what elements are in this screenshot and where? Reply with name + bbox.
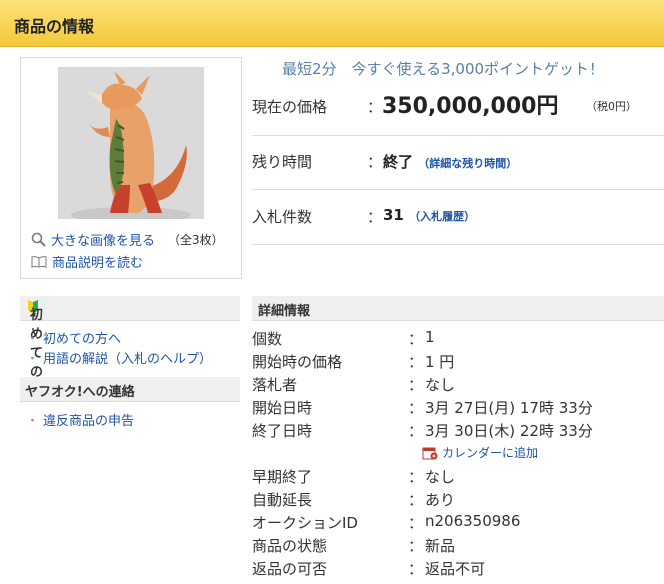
detail-value: 1 円	[425, 353, 455, 371]
detail-value: 1	[425, 328, 435, 346]
divider	[252, 135, 664, 136]
detail-value: 返品不可	[425, 560, 486, 578]
sidebar-link-label: 用語の解説（入札のヘルプ）	[43, 352, 213, 367]
detail-value: 3月 30日(木) 22時 33分	[425, 422, 593, 440]
detail-key: オークションID	[252, 514, 358, 532]
colon: ：	[408, 537, 424, 555]
colon: ：	[408, 330, 424, 348]
time-left-row: 残り時間 ： 終了 （詳細な残り時間）	[252, 151, 664, 173]
view-large-image-link[interactable]: 大きな画像を見る （全3枚）	[31, 230, 224, 249]
current-price-row: 現在の価格 ： 350,000,000円 （税0円）	[252, 94, 664, 126]
colon: ：	[408, 468, 424, 486]
thumbnail-panel: 大きな画像を見る （全3枚） 商品説明を読む	[20, 57, 242, 279]
time-left-label: 残り時間	[252, 153, 313, 171]
detail-key: 早期終了	[252, 468, 313, 486]
bids-count: 31	[383, 206, 404, 224]
detail-value: n206350986	[425, 512, 521, 530]
current-price-value: 350,000,000円	[382, 94, 559, 119]
colon: ：	[408, 560, 424, 578]
read-description-link[interactable]: 商品説明を読む	[31, 252, 143, 271]
detail-row-start-time: 開始日時 ： 3月 27日(月) 17時 33分	[252, 397, 664, 419]
detail-key: 終了日時	[252, 422, 313, 440]
detail-row-quantity: 個数 ： 1	[252, 328, 664, 350]
bids-row: 入札件数 ： 31 （入札履歴）	[252, 206, 664, 228]
open-book-icon	[31, 256, 47, 268]
colon: ：	[367, 208, 383, 226]
detail-key: 商品の状態	[252, 537, 328, 555]
detail-row-auction-id: オークションID ： n206350986	[252, 512, 664, 534]
detail-key: 落札者	[252, 376, 298, 394]
detail-value: なし	[425, 468, 456, 486]
details-header: 詳細情報	[252, 296, 664, 321]
points-promo-link[interactable]: 最短2分 今すぐ使える3,000ポイントゲット！	[282, 58, 604, 79]
sidebar-link-report-violation[interactable]: ・違反商品の申告	[26, 410, 134, 429]
colon: ：	[367, 98, 383, 116]
magnifier-icon	[31, 232, 46, 247]
read-description-label: 商品説明を読む	[52, 256, 144, 271]
detail-value: 新品	[425, 537, 456, 555]
bid-history-link[interactable]: （入札履歴）	[409, 210, 475, 223]
colon: ：	[408, 353, 424, 371]
sidebar-link-label: 初めての方へ	[43, 332, 122, 347]
time-left-value: 終了 （詳細な残り時間）	[383, 151, 517, 172]
detail-row-early-end: 早期終了 ： なし	[252, 466, 664, 488]
current-price-label: 現在の価格	[252, 98, 328, 116]
details-title: 詳細情報	[258, 304, 311, 319]
detail-row-returns: 返品の可否 ： 返品不可	[252, 558, 664, 580]
colon: ：	[408, 491, 424, 509]
bids-value: 31 （入札履歴）	[383, 206, 475, 224]
detail-key: 開始日時	[252, 399, 313, 417]
divider	[252, 189, 664, 190]
time-left-detail-link[interactable]: （詳細な残り時間）	[418, 157, 517, 170]
colon: ：	[408, 422, 424, 440]
colon: ：	[408, 376, 424, 394]
contact-title: ヤフオク!への連絡	[25, 385, 135, 400]
divider	[252, 244, 664, 245]
view-large-image-label: 大きな画像を見る	[51, 234, 156, 249]
monster-figure-image	[58, 67, 204, 219]
detail-value: 3月 27日(月) 17時 33分	[425, 399, 593, 417]
section-title: 商品の情報	[14, 17, 95, 36]
detail-value: あり	[425, 491, 456, 509]
image-count: （全3枚）	[168, 233, 224, 247]
colon: ：	[367, 153, 383, 171]
tax-note: （税0円）	[586, 100, 637, 113]
time-left-text: 終了	[383, 153, 414, 171]
sidebar-link-beginners[interactable]: ・初めての方へ	[26, 328, 121, 347]
detail-row-condition: 商品の状態 ： 新品	[252, 535, 664, 557]
detail-row-start-price: 開始時の価格 ： 1 円	[252, 351, 664, 373]
detail-key: 返品の可否	[252, 560, 328, 578]
calendar-icon	[422, 447, 438, 459]
sidebar-link-label: 違反商品の申告	[43, 414, 135, 429]
detail-key: 開始時の価格	[252, 353, 343, 371]
add-to-calendar-link[interactable]: カレンダーに追加	[422, 444, 538, 461]
detail-value: なし	[425, 376, 456, 394]
colon: ：	[408, 399, 424, 417]
first-time-title: 初めての方	[25, 300, 43, 399]
detail-key: 自動延長	[252, 491, 313, 509]
colon: ：	[408, 514, 424, 532]
first-time-header: 初めての方	[20, 296, 240, 399]
add-to-calendar-label: カレンダーに追加	[442, 446, 539, 460]
detail-row-auto-extend: 自動延長 ： あり	[252, 489, 664, 511]
bids-label: 入札件数	[252, 208, 313, 226]
contact-header: ヤフオク!への連絡	[20, 377, 240, 402]
detail-row-end-time: 終了日時 ： 3月 30日(木) 22時 33分	[252, 420, 664, 442]
section-header-bar: 商品の情報	[0, 0, 664, 47]
detail-row-winner: 落札者 ： なし	[252, 374, 664, 396]
detail-key: 個数	[252, 330, 283, 348]
sidebar-link-glossary[interactable]: ・用語の解説（入札のヘルプ）	[26, 348, 212, 367]
product-thumbnail[interactable]	[58, 67, 204, 219]
